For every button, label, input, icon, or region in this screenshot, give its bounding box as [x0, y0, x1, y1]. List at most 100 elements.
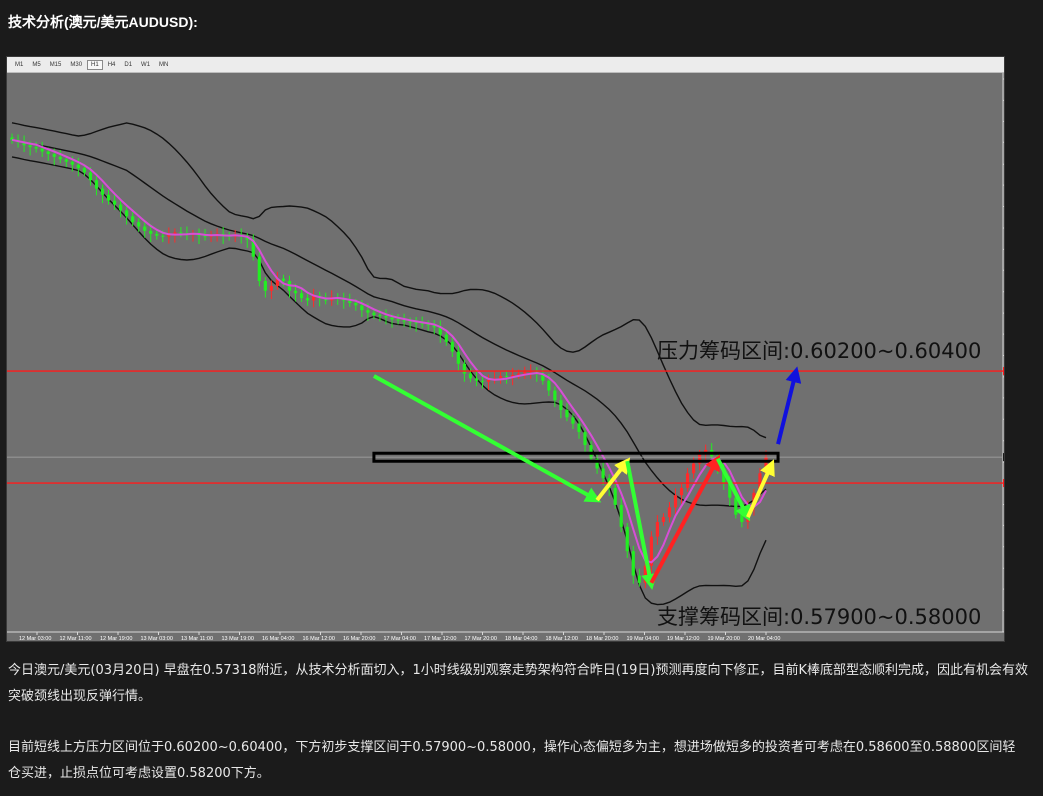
candle: [52, 153, 56, 157]
support-zone-label: 支撑筹码区间:0.57900~0.58000: [657, 605, 981, 629]
candle: [625, 526, 629, 552]
candle: [131, 216, 135, 223]
candle: [58, 156, 62, 160]
candle: [462, 363, 466, 374]
candle: [631, 551, 635, 576]
page-title: 技术分析(澳元/美元AUDUSD):: [8, 14, 198, 30]
candle: [474, 378, 479, 381]
candle: [299, 293, 304, 299]
candle: [661, 517, 666, 522]
candle: [685, 473, 690, 488]
candle: [106, 194, 111, 201]
timeframe-m30[interactable]: M30: [66, 60, 86, 70]
candle: [637, 575, 641, 583]
candle: [571, 417, 575, 424]
candle: [378, 315, 382, 317]
candle: [384, 316, 388, 318]
candle: [547, 380, 551, 391]
candle: [269, 285, 273, 291]
candle: [179, 232, 183, 234]
analysis-paragraph-2: 目前短线上方压力区间位于0.60200~0.60400，下方初步支撑区间于0.5…: [8, 740, 1016, 781]
candle: [619, 504, 623, 527]
time-tick-label: 17 Mar 04:00: [384, 636, 416, 641]
candle: [76, 164, 80, 169]
time-tick-label: 19 Mar 20:00: [708, 636, 740, 641]
candle: [354, 302, 358, 306]
candle: [523, 372, 527, 374]
candle: [94, 180, 99, 189]
candle: [505, 375, 509, 377]
time-tick-label: 16 Mar 04:00: [262, 636, 294, 641]
candle: [366, 310, 370, 313]
timeframe-m15[interactable]: M15: [46, 60, 66, 70]
candle: [390, 317, 394, 320]
timeframe-m1[interactable]: M1: [11, 60, 27, 70]
time-tick-label: 18 Mar 04:00: [505, 636, 537, 641]
time-tick-label: 20 Mar 04:00: [748, 636, 780, 641]
time-tick-label: 12 Mar 03:00: [19, 636, 51, 641]
timeframe-mn[interactable]: MN: [155, 60, 172, 70]
candle: [118, 204, 123, 211]
candle: [456, 351, 460, 364]
time-tick-label: 18 Mar 12:00: [546, 636, 578, 641]
candle: [583, 431, 587, 446]
time-tick-label: 13 Mar 19:00: [222, 636, 254, 641]
candle: [667, 507, 672, 518]
candle: [577, 423, 581, 432]
level-price-tag-0: [1003, 367, 1004, 376]
candle: [143, 226, 147, 231]
time-tick-label: 17 Mar 12:00: [424, 636, 456, 641]
candle: [40, 148, 44, 152]
timeframe-toolbar: M1 M5 M15 M30 H1 H4 D1 W1 MN: [7, 57, 1004, 73]
candle: [396, 319, 400, 321]
candle: [100, 188, 105, 195]
candlestick-chart[interactable]: 0.662000.657600.653300.649000.644500.640…: [7, 73, 1004, 641]
candle: [480, 380, 485, 382]
analysis-paragraph-1: 今日澳元/美元(03月20日) 早盘在0.57318附近，从技术分析面切入，1小…: [8, 663, 1028, 704]
price-chart[interactable]: M1M5M15M30H1H4D1W1MN 0.662000.657600.653…: [6, 56, 1005, 642]
time-tick-label: 18 Mar 20:00: [586, 636, 618, 641]
candle: [692, 463, 696, 474]
timeframe-m5[interactable]: M5: [28, 60, 44, 70]
time-tick-label: 12 Mar 11:00: [60, 636, 92, 641]
candle: [601, 468, 605, 479]
timeframe-h1[interactable]: H1: [87, 59, 103, 70]
candle: [613, 487, 617, 505]
timeframe-w1[interactable]: W1: [137, 60, 154, 70]
timeframe-d1[interactable]: D1: [120, 60, 136, 70]
current-price-tag: [1003, 453, 1004, 462]
timeframe-h4[interactable]: H4: [104, 60, 120, 70]
candle: [28, 145, 32, 148]
candle: [673, 495, 678, 508]
time-tick-label: 13 Mar 11:00: [181, 636, 213, 641]
candle: [565, 410, 569, 418]
candle: [402, 320, 406, 322]
candle: [161, 235, 165, 237]
candle: [450, 341, 454, 352]
candle: [372, 312, 376, 316]
candle: [498, 375, 503, 379]
time-tick-label: 16 Mar 12:00: [303, 636, 335, 641]
candle: [559, 400, 563, 411]
candle: [82, 168, 86, 173]
candle: [137, 222, 141, 227]
candle: [281, 278, 286, 282]
candle: [740, 514, 744, 522]
candle: [486, 379, 491, 382]
candle: [149, 230, 153, 234]
level-price-tag-1: [1003, 479, 1004, 488]
candle: [305, 298, 310, 301]
candle: [468, 373, 473, 379]
time-tick-label: 19 Mar 04:00: [627, 636, 659, 641]
time-tick-label: 13 Mar 03:00: [141, 636, 173, 641]
candle: [679, 487, 684, 496]
candle: [257, 256, 261, 282]
candle: [553, 390, 557, 401]
candle: [360, 305, 364, 311]
candle: [34, 147, 38, 149]
candle: [444, 334, 448, 342]
time-tick-label: 17 Mar 20:00: [465, 636, 497, 641]
candle: [46, 151, 50, 154]
resistance-zone-label: 压力筹码区间:0.60200~0.60400: [657, 339, 981, 363]
candle: [263, 281, 267, 291]
